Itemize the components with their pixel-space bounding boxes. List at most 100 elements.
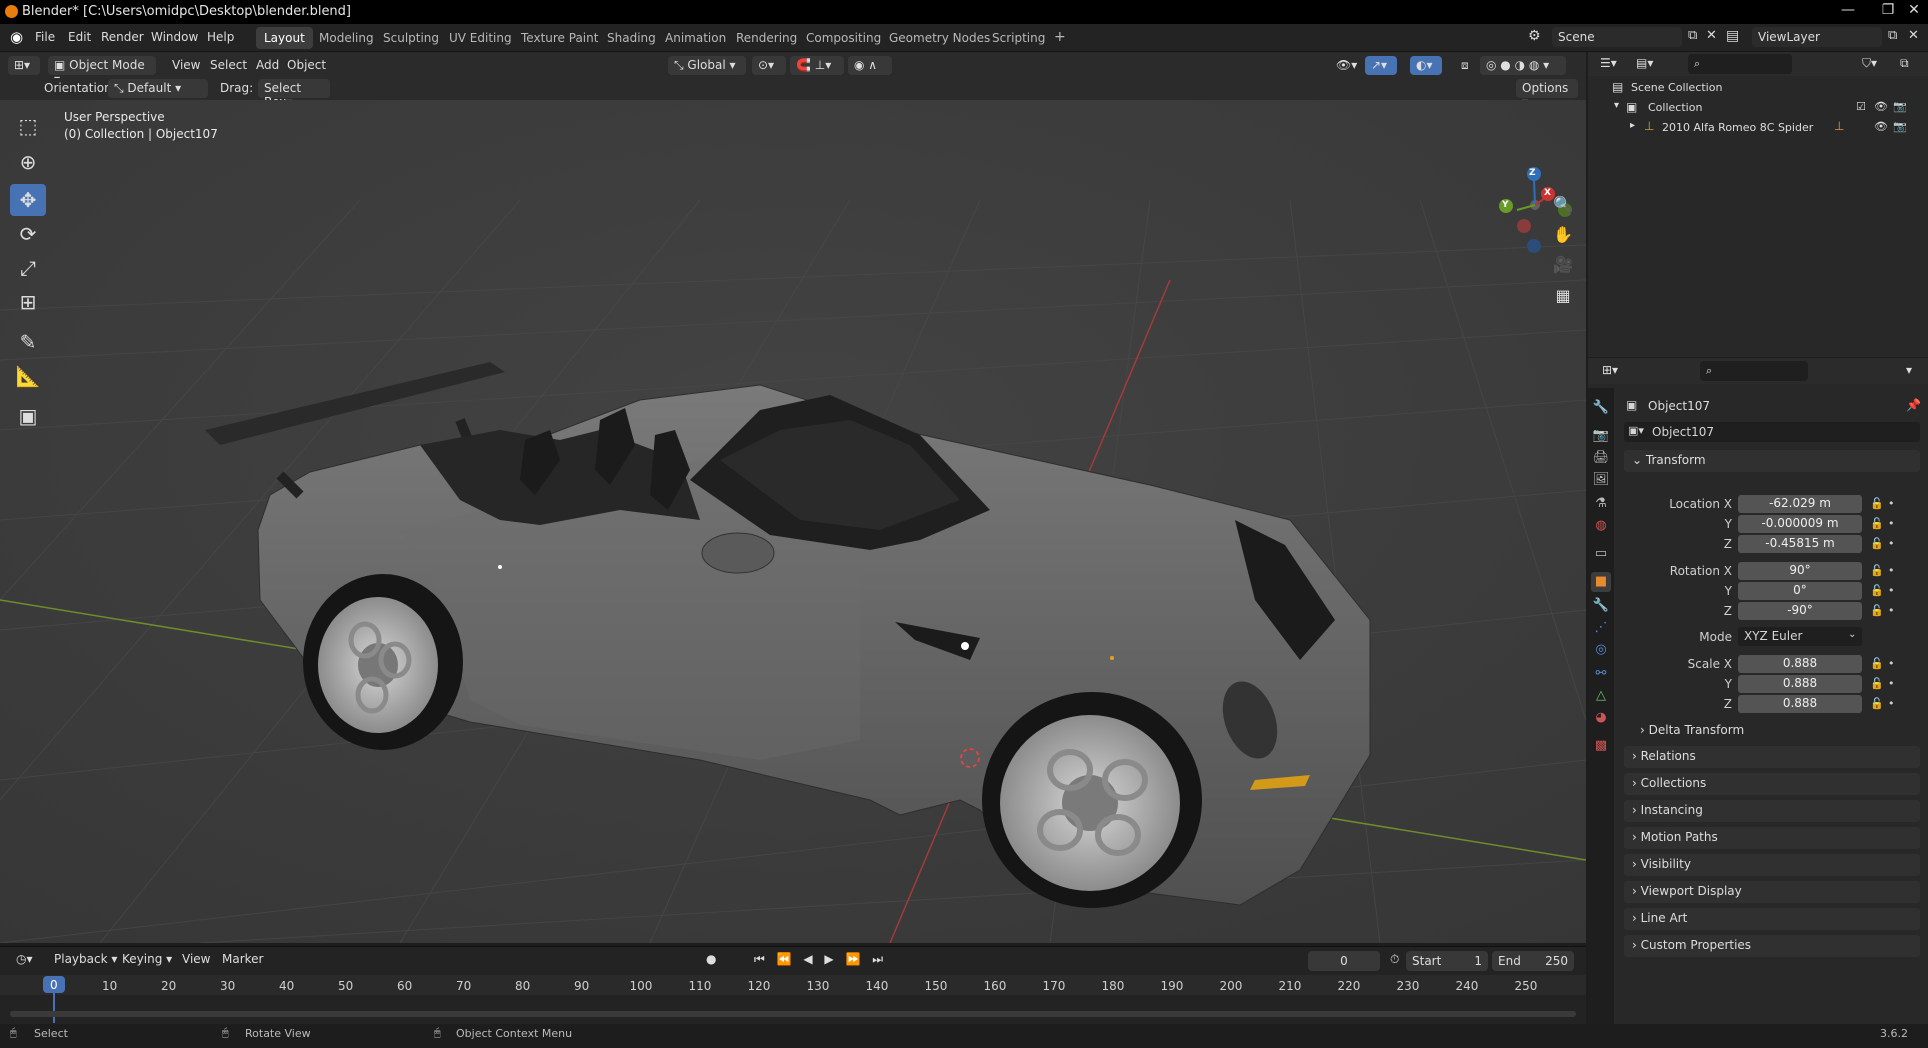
xray-icon[interactable]: ⧈ (1455, 56, 1475, 75)
menu-playback[interactable]: Playback ▾ (48, 950, 123, 969)
view-layer-tab-icon[interactable]: 🖼 (1591, 470, 1611, 490)
location-x-lock-icon[interactable]: 🔓 (1870, 497, 1884, 510)
rotation-x-key-icon[interactable]: • (1888, 564, 1895, 577)
display-mode-icon[interactable]: ▤▾ (1630, 54, 1659, 73)
remove-viewlayer-icon[interactable]: ✕ (1908, 28, 1919, 43)
tab-sculpting[interactable]: Sculpting (375, 27, 447, 49)
scale-tool-icon[interactable]: ⤢ (10, 252, 46, 284)
measure-tool-icon[interactable]: 📐 (10, 360, 46, 392)
collection-checkbox-icon[interactable]: ☑ (1856, 100, 1866, 113)
drag-dropdown[interactable]: Select Box▾ (258, 79, 330, 109)
filter-icon[interactable]: ⛉▾ (1856, 54, 1883, 73)
mode-dropdown[interactable]: ▣ Object Mode ▾ (48, 56, 156, 86)
timeline-editor-icon[interactable]: ◷▾ (10, 950, 39, 969)
object-eye-icon[interactable]: 👁 (1874, 120, 1888, 133)
viewlayer-selector[interactable]: ViewLayer (1752, 27, 1882, 47)
collection-chevron-icon[interactable]: ▾ (1614, 100, 1619, 111)
rotation-x-field[interactable]: 90° (1738, 562, 1862, 580)
new-collection-icon[interactable]: ⧉ (1894, 54, 1915, 73)
playback-controls[interactable]: ⏮ ⏪ ◀ ▶ ⏩ ⏭ (748, 950, 893, 969)
overlay-toggle-icon[interactable]: ◐▾ (1410, 56, 1442, 75)
material-tab-icon[interactable]: ◕ (1591, 708, 1611, 728)
object-chevron-icon[interactable]: ▸ (1630, 120, 1635, 131)
scale-z-key-icon[interactable]: • (1888, 697, 1895, 710)
3d-viewport[interactable]: Z Y X User Perspective (0) Collection | … (0, 100, 1586, 943)
physics-tab-icon[interactable]: ◎ (1591, 640, 1611, 660)
rotation-z-field[interactable]: -90° (1738, 602, 1862, 620)
scale-y-key-icon[interactable]: • (1888, 677, 1895, 690)
start-frame-field[interactable]: Start 1 (1406, 951, 1488, 971)
scene-tab-icon[interactable]: ⚗ (1591, 494, 1611, 514)
outliner-row-collection[interactable]: ▾ ▣ Collection ☑ 👁 📷 (1588, 98, 1928, 118)
motion-paths-panel-header[interactable]: › Motion Paths (1624, 827, 1920, 849)
scale-z-field[interactable]: 0.888 (1738, 695, 1862, 713)
remove-scene-icon[interactable]: ✕ (1706, 28, 1717, 43)
line-art-panel-header[interactable]: › Line Art (1624, 908, 1920, 930)
object-tab-icon[interactable]: ■ (1591, 572, 1611, 592)
location-z-field[interactable]: -0.45815 m (1738, 535, 1862, 553)
viewport-display-panel-header[interactable]: › Viewport Display (1624, 881, 1920, 903)
transform-orientation-dropdown[interactable]: ⤡ Global ▾ (668, 56, 746, 75)
outliner-row-scene-collection[interactable]: ▤ Scene Collection (1588, 78, 1928, 98)
menu-marker[interactable]: Marker (216, 950, 269, 969)
gizmo-y-label[interactable]: Y (1502, 200, 1509, 210)
perspective-grid-icon[interactable]: ▦ (1550, 283, 1576, 309)
object-name-field[interactable]: ▣▾ Object107 (1624, 422, 1920, 442)
tab-texture-paint[interactable]: Texture Paint (513, 27, 606, 49)
custom-properties-panel-header[interactable]: › Custom Properties (1624, 935, 1920, 957)
tab-shading[interactable]: Shading (599, 27, 664, 49)
scale-z-lock-icon[interactable]: 🔓 (1870, 697, 1884, 710)
scale-x-field[interactable]: 0.888 (1738, 655, 1862, 673)
menu-file[interactable]: File (35, 30, 55, 44)
tab-layout[interactable]: Layout (256, 27, 313, 49)
minimize-button[interactable]: — (1828, 2, 1868, 22)
properties-search-input[interactable]: ⌕ (1700, 361, 1808, 381)
menu-render[interactable]: Render (101, 30, 144, 44)
instancing-panel-header[interactable]: › Instancing (1624, 800, 1920, 822)
scale-x-key-icon[interactable]: • (1888, 657, 1895, 670)
scale-y-lock-icon[interactable]: 🔓 (1870, 677, 1884, 690)
cursor-tool-icon[interactable]: ⊕ (10, 146, 46, 178)
scale-y-field[interactable]: 0.888 (1738, 675, 1862, 693)
close-button[interactable]: ✕ (1894, 2, 1928, 22)
outliner-row-object[interactable]: ▸ ⊥ 2010 Alfa Romeo 8C Spider ⊥ 👁 📷 (1588, 118, 1928, 138)
scale-x-lock-icon[interactable]: 🔓 (1870, 657, 1884, 670)
delta-transform-subpanel[interactable]: › Delta Transform (1634, 720, 1920, 740)
collection-tab-icon[interactable]: ▭ (1591, 544, 1611, 564)
menu-help[interactable]: Help (207, 30, 234, 44)
rotation-y-lock-icon[interactable]: 🔓 (1870, 584, 1884, 597)
snap-icon[interactable]: 🧲 ⊥▾ (790, 56, 844, 75)
properties-options-icon[interactable]: ▾ (1900, 361, 1918, 380)
rotation-z-key-icon[interactable]: • (1888, 604, 1895, 617)
tab-uv-editing[interactable]: UV Editing (441, 27, 520, 49)
tab-geometry-nodes[interactable]: Geometry Nodes (881, 27, 998, 49)
constraints-tab-icon[interactable]: ⚯ (1591, 664, 1611, 684)
menu-view[interactable]: View (166, 56, 206, 75)
tab-animation[interactable]: Animation (657, 27, 734, 49)
gizmo-z-label[interactable]: Z (1529, 168, 1536, 178)
timeline-scrollbar[interactable] (10, 1011, 1576, 1017)
pin-icon[interactable]: 📌 (1906, 398, 1921, 412)
proportional-edit-icon[interactable]: ◉ ∧ (848, 56, 892, 75)
menu-edit[interactable]: Edit (68, 30, 91, 44)
rotation-mode-dropdown[interactable]: XYZ Euler ⌄ (1738, 627, 1862, 646)
menu-select[interactable]: Select (204, 56, 253, 75)
pan-hand-icon[interactable]: ✋ (1550, 222, 1576, 248)
blender-menu-icon[interactable]: ◉ (10, 28, 23, 46)
new-viewlayer-icon[interactable]: ⧉ (1888, 28, 1897, 43)
modifier-tab-icon[interactable]: 🔧 (1591, 596, 1611, 616)
rotation-z-lock-icon[interactable]: 🔓 (1870, 604, 1884, 617)
tab-rendering[interactable]: Rendering (728, 27, 805, 49)
record-button[interactable]: ● (700, 950, 722, 969)
properties-editor-icon[interactable]: ⊞▾ (1596, 361, 1624, 380)
transform-panel-header[interactable]: ⌄ Transform (1624, 450, 1920, 472)
tab-modeling[interactable]: Modeling (311, 27, 382, 49)
rotation-x-lock-icon[interactable]: 🔓 (1870, 564, 1884, 577)
menu-window[interactable]: Window (151, 30, 198, 44)
annotate-tool-icon[interactable]: ✎ (10, 326, 46, 358)
editor-type-icon[interactable]: ⊞▾ (8, 56, 40, 75)
pivot-icon[interactable]: ⊙▾ (752, 56, 786, 75)
camera-view-icon[interactable]: 🎥 (1550, 252, 1576, 278)
location-y-key-icon[interactable]: • (1888, 517, 1895, 530)
collection-eye-icon[interactable]: 👁 (1874, 100, 1888, 113)
